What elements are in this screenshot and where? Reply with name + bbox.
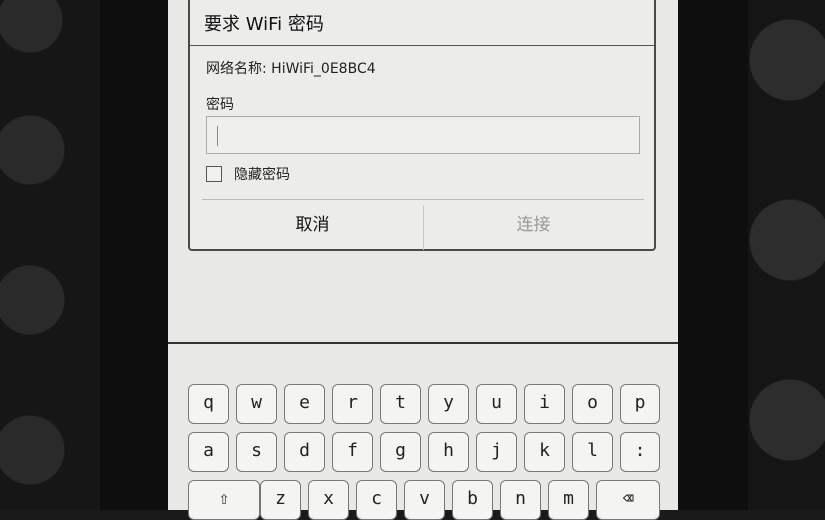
key-i[interactable]: i [524,384,565,424]
dialog-button-row: 取消 连接 [202,199,644,250]
key-x[interactable]: x [308,480,349,520]
key-q[interactable]: q [188,384,229,424]
dialog-title: 要求 WiFi 密码 [204,14,324,35]
key-colon[interactable]: : [620,432,660,472]
key-z[interactable]: z [260,480,301,520]
key-u[interactable]: u [476,384,517,424]
key-s[interactable]: s [236,432,277,472]
key-c[interactable]: c [356,480,397,520]
key-v[interactable]: v [404,480,445,520]
key-w[interactable]: w [236,384,277,424]
key-f[interactable]: f [332,432,373,472]
hide-password-label: 隐藏密码 [234,167,290,183]
key-t[interactable]: t [380,384,421,424]
key-shift[interactable]: ⇧ [188,480,260,520]
key-m[interactable]: m [548,480,589,520]
key-p[interactable]: p [620,384,660,424]
key-d[interactable]: d [284,432,325,472]
key-backspace[interactable]: ⌫ [596,480,660,520]
device-frame-right [678,0,748,510]
key-b[interactable]: b [452,480,493,520]
key-o[interactable]: o [572,384,613,424]
key-n[interactable]: n [500,480,541,520]
password-label: 密码 [206,97,234,113]
password-input[interactable] [206,116,640,154]
key-g[interactable]: g [380,432,421,472]
dialog-header: 要求 WiFi 密码 [190,0,654,46]
key-l[interactable]: l [572,432,613,472]
key-r[interactable]: r [332,384,373,424]
hide-password-checkbox[interactable] [206,166,222,182]
network-name: 网络名称: HiWiFi_0E8BC4 [206,61,376,77]
device-bezel-left [0,0,110,510]
key-a[interactable]: a [188,432,229,472]
key-h[interactable]: h [428,432,469,472]
key-j[interactable]: j [476,432,517,472]
connect-button[interactable]: 连接 [423,200,644,250]
wifi-password-dialog: 要求 WiFi 密码 网络名称: HiWiFi_0E8BC4 密码 隐藏密码 取… [188,0,656,251]
ereader-screen: 要求 WiFi 密码 网络名称: HiWiFi_0E8BC4 密码 隐藏密码 取… [168,0,678,520]
cancel-button[interactable]: 取消 [202,200,423,250]
device-frame-left [100,0,168,510]
key-e[interactable]: e [284,384,325,424]
text-caret [217,126,218,146]
key-k[interactable]: k [524,432,565,472]
key-y[interactable]: y [428,384,469,424]
onscreen-keyboard: q w e r t y u i o p a s d f g h j k l : … [168,344,678,520]
